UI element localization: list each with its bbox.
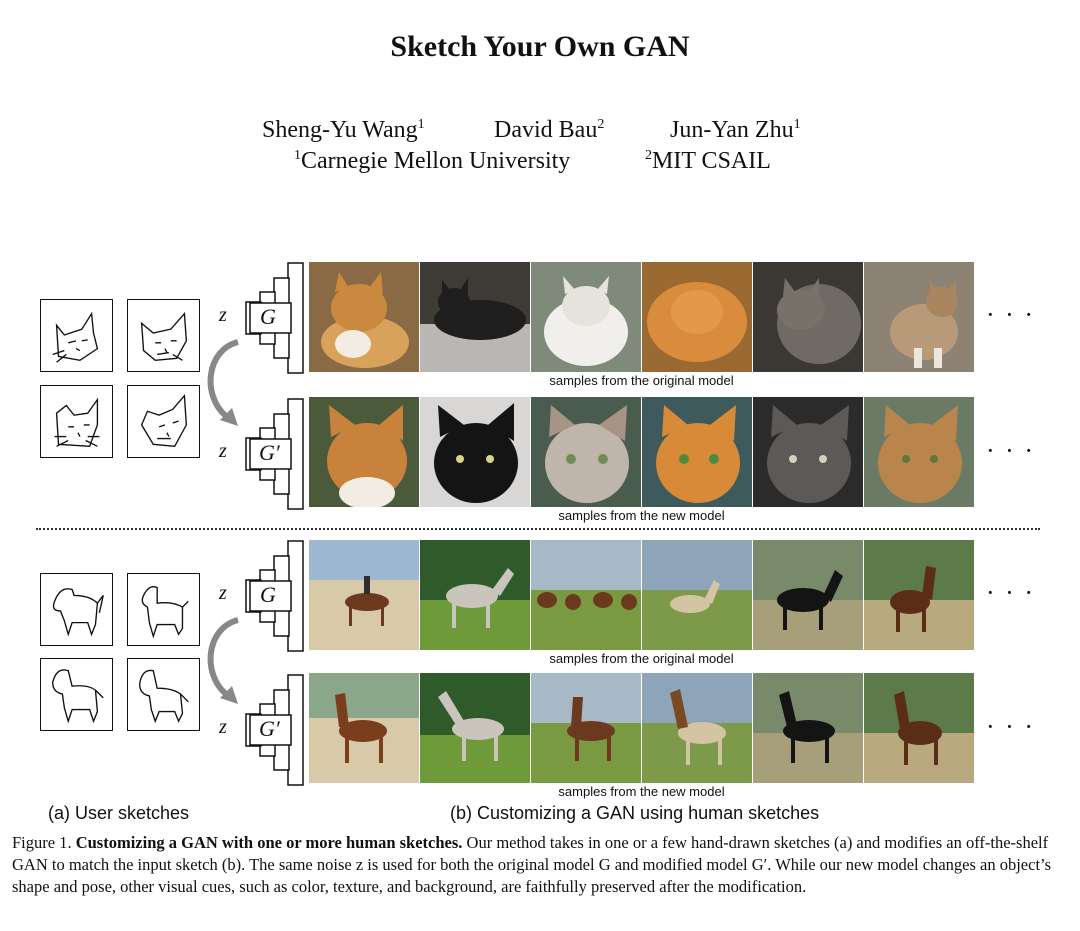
cat-image [642,262,752,372]
horse-sketch-drawing [52,588,104,637]
sample-image [753,673,863,783]
ellipsis: · · · [986,436,1035,465]
curved-arrow-icon [207,339,239,426]
sample-image [642,262,752,372]
noise-label: z [219,716,227,738]
author-2: David Bau2 [494,117,605,143]
horse-image [864,673,974,783]
sample-image [531,397,641,507]
cat-image [642,397,752,507]
horse-image [753,540,863,650]
horse-image [753,673,863,783]
cat-sketch-4 [127,385,200,458]
figure-caption: Figure 1. Customizing a GAN with one or … [12,833,1052,896]
subcaption-a: (a) User sketches [48,803,190,823]
sample-image [420,540,530,650]
cat-sketch-drawing [54,397,100,448]
row-label-original: samples from the original model [549,373,734,388]
generator-g-label: G [260,304,276,329]
noise-label: z [219,582,227,604]
sample-image [864,262,974,372]
cat-image [753,397,863,507]
horse-sketch-3 [40,658,113,731]
paper-title: Sketch Your Own GAN [390,30,690,63]
sample-image [864,673,974,783]
sample-image [864,540,974,650]
sample-image [531,262,641,372]
cat-image [864,397,974,507]
sample-image [309,397,419,507]
sample-image [642,673,752,783]
author-1: Sheng-Yu Wang1 [262,117,425,143]
sample-image [420,673,530,783]
sample-image [309,540,419,650]
cat-image [309,262,419,372]
cat-sketch-2 [127,299,200,372]
horse-image [309,540,419,650]
cat-image [309,397,419,507]
generator-g-prime-label: G′ [259,440,280,465]
horse-image [642,540,752,650]
affiliation-1: 1Carnegie Mellon University [294,148,571,174]
horse-image [420,673,530,783]
cat-sketch-1 [40,299,113,372]
cat-image [864,262,974,372]
horse-image [864,540,974,650]
ellipsis: · · · [986,300,1035,329]
sample-image [420,262,530,372]
noise-label: z [219,304,227,326]
sample-image [531,540,641,650]
horse-image [531,540,641,650]
sample-image [753,262,863,372]
sample-image [309,673,419,783]
row-label-new: samples from the new model [558,508,725,523]
cat-image [420,397,530,507]
ellipsis: · · · [986,578,1035,607]
horse-sketch-2 [127,573,200,646]
horse-sketch-4 [127,658,200,731]
cat-image [753,262,863,372]
sample-image [642,397,752,507]
row-label-new: samples from the new model [558,784,725,799]
affiliation-2: 2MIT CSAIL [645,148,771,174]
cat-image [420,262,530,372]
horse-sketch-drawing [138,669,189,724]
cat-sketch-drawing [140,394,188,448]
horse-image [309,673,419,783]
horse-image [420,540,530,650]
sample-image [753,540,863,650]
horse-image [642,673,752,783]
generator-g-prime-label: G′ [259,716,280,741]
cat-image [531,397,641,507]
sample-image [309,262,419,372]
sample-image [753,397,863,507]
noise-label: z [219,440,227,462]
cat-sketch-drawing [140,311,188,362]
horse-sketch-drawing [51,669,104,724]
sample-image [531,673,641,783]
section-divider [36,528,1040,530]
horse-image [531,673,641,783]
generator-g-label: G [260,582,276,607]
author-3: Jun-Yan Zhu1 [670,117,801,143]
horse-sketch-1 [40,573,113,646]
row-label-original: samples from the original model [549,651,734,666]
ellipsis: · · · [986,712,1035,741]
cat-sketch-drawing [52,311,99,363]
sample-image [642,540,752,650]
cat-sketch-3 [40,385,113,458]
sample-image [420,397,530,507]
subcaption-b: (b) Customizing a GAN using human sketch… [450,803,820,823]
horse-sketch-drawing [141,585,189,639]
sample-image [864,397,974,507]
cat-image [531,262,641,372]
curved-arrow-icon [207,617,239,704]
